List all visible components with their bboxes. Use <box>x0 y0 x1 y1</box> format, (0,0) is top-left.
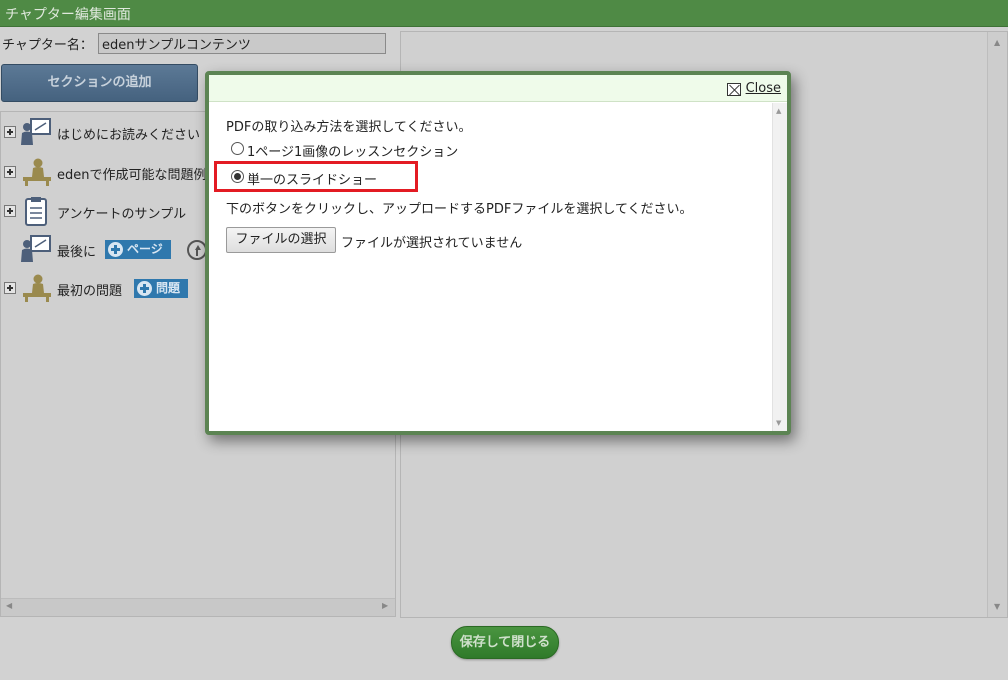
close-icon[interactable] <box>727 83 741 96</box>
upload-instruction: 下のボタンをクリックし、アップロードするPDFファイルを選択してください。 <box>226 202 693 217</box>
vertical-scrollbar[interactable]: ▲ ▼ <box>987 32 1007 617</box>
expand-icon[interactable] <box>4 282 16 294</box>
choose-file-button[interactable]: ファイルの選択 <box>226 227 336 253</box>
plus-icon <box>108 242 123 257</box>
save-and-close-button[interactable]: 保存して閉じる <box>451 626 559 659</box>
close-link[interactable]: Close <box>746 81 781 96</box>
clipboard-icon <box>25 197 47 226</box>
chapter-name-input[interactable] <box>98 33 386 54</box>
page-title: チャプター編集画面 <box>5 7 131 23</box>
tree-item-label: はじめにお読みください <box>57 128 201 143</box>
chapter-name-label: チャプター名： <box>2 38 93 53</box>
add-question-label: 問題 <box>156 281 181 295</box>
expand-icon[interactable] <box>4 166 16 178</box>
add-page-button[interactable]: ページ <box>105 240 171 259</box>
tree-item-label: アンケートのサンプル <box>57 207 187 222</box>
lesson-board-icon <box>21 235 51 262</box>
file-status-text: ファイルが選択されていません <box>341 236 523 251</box>
page-header: チャプター編集画面 <box>0 0 1008 27</box>
import-method-instruction: PDFの取り込み方法を選択してください。 <box>226 120 472 135</box>
expand-icon[interactable] <box>4 205 16 217</box>
highlight-frame <box>214 161 418 192</box>
scroll-up-icon[interactable]: ▲ <box>776 107 781 115</box>
expand-icon[interactable] <box>4 126 16 138</box>
dialog-titlebar: Close <box>209 75 787 102</box>
lesson-board-icon <box>21 118 51 145</box>
tree-item-label: edenで作成可能な問題例 <box>57 168 207 183</box>
scroll-right-icon[interactable]: ▶ <box>382 601 388 610</box>
pdf-import-dialog: Close ▲ ▼ PDFの取り込み方法を選択してください。 1ページ1画像のレ… <box>205 71 791 435</box>
teacher-desk-icon <box>23 158 51 186</box>
add-page-label: ページ <box>127 242 163 256</box>
add-section-button[interactable]: セクションの追加 <box>1 64 198 102</box>
scroll-up-icon[interactable]: ▲ <box>994 38 1000 47</box>
scroll-left-icon[interactable]: ◀ <box>6 601 12 610</box>
plus-icon <box>137 281 152 296</box>
option-label: 1ページ1画像のレッスンセクション <box>247 145 459 160</box>
scroll-down-icon[interactable]: ▼ <box>994 602 1000 611</box>
teacher-desk-icon <box>23 274 51 302</box>
tree-item-label: 最初の問題 <box>57 284 123 299</box>
horizontal-scrollbar[interactable] <box>1 598 395 616</box>
dialog-scrollbar[interactable]: ▲ ▼ <box>772 103 787 431</box>
move-up-icon[interactable] <box>187 240 207 260</box>
radio-button[interactable] <box>231 142 244 155</box>
add-question-button[interactable]: 問題 <box>134 279 189 298</box>
scroll-down-icon[interactable]: ▼ <box>776 419 781 427</box>
tree-item-label: 最後に <box>57 245 97 260</box>
